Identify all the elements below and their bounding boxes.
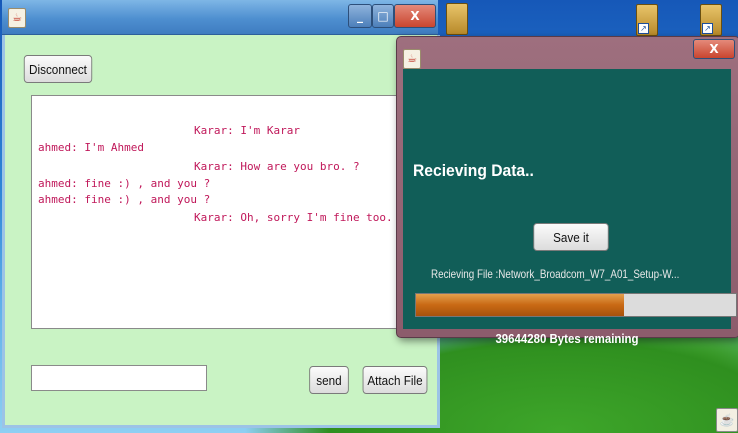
chat-window-titlebar[interactable]: ☕ _ □ X	[2, 0, 438, 35]
close-button[interactable]: X	[693, 39, 735, 59]
save-button[interactable]: Save it	[533, 223, 609, 251]
progress-fill	[416, 294, 624, 316]
receiving-file-label: Recieving File :Network_Broadcom_W7_A01_…	[431, 267, 680, 281]
chat-message: Karar: I'm Karar	[194, 124, 300, 137]
java-icon[interactable]: ☕	[716, 408, 738, 432]
disconnect-button[interactable]: Disconnect	[23, 55, 93, 83]
java-icon: ☕	[8, 8, 26, 28]
attach-file-button[interactable]: Attach File	[362, 366, 428, 394]
minimize-button[interactable]: _	[348, 4, 372, 28]
folder-shortcut-icon[interactable]	[446, 3, 468, 35]
chat-message: Karar: How are you bro. ?	[194, 160, 360, 173]
receive-dialog: ☕ X Recieving Data.. Save it Recieving F…	[396, 36, 738, 346]
chat-history[interactable]: Karar: I'm Karar ahmed: I'm Ahmed Karar:…	[31, 95, 413, 329]
folder-shortcut-icon[interactable]: ↗	[700, 4, 722, 36]
chat-message: ahmed: fine :) , and you ?	[38, 177, 211, 190]
dialog-title: Recieving Data..	[413, 161, 534, 180]
java-icon: ☕	[403, 49, 421, 69]
chat-window-body: Disconnect Karar: I'm Karar ahmed: I'm A…	[2, 35, 440, 428]
bytes-remaining-label: 39644280 Bytes remaining	[495, 331, 639, 346]
message-input[interactable]	[31, 365, 207, 391]
chat-message: Karar: Oh, sorry I'm fine too. :)	[194, 211, 413, 224]
chat-message: ahmed: I'm Ahmed	[38, 141, 144, 154]
close-button[interactable]: X	[394, 4, 436, 28]
folder-shortcut-icon[interactable]: ↗	[636, 4, 658, 36]
chat-message: ahmed: fine :) , and you ?	[38, 193, 211, 206]
download-progress-bar	[415, 293, 737, 317]
receive-dialog-body: Recieving Data.. Save it Recieving File …	[403, 69, 737, 346]
send-button[interactable]: send	[309, 366, 349, 394]
maximize-button[interactable]: □	[372, 4, 394, 28]
chat-window: ☕ _ □ X Disconnect Karar: I'm Karar ahme…	[2, 0, 440, 433]
